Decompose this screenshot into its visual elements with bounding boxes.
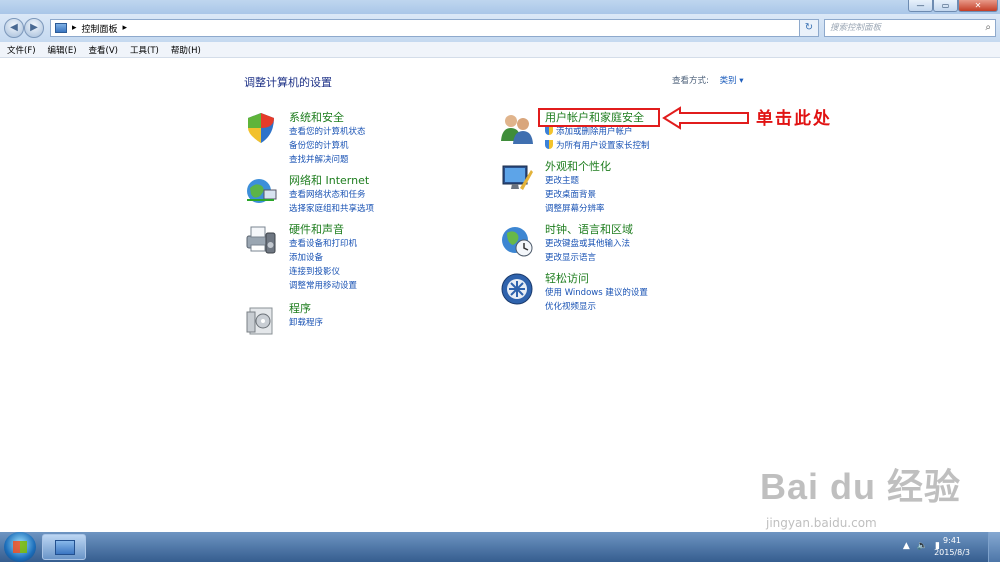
uac-shield-icon — [545, 140, 553, 149]
uac-shield-icon — [545, 126, 553, 135]
search-icon[interactable]: ⌕ — [985, 22, 991, 34]
category-heading[interactable]: 轻松访问 — [545, 272, 765, 286]
watermark-logo: Bai du 经验 — [760, 466, 962, 507]
refresh-button[interactable]: ↻ — [799, 19, 819, 37]
annotation-text: 单击此处 — [756, 109, 832, 129]
taskbar: ▲ 🔈 ▮ 9:41 2015/8/3 — [0, 532, 1000, 562]
page-title: 调整计算机的设置 — [244, 76, 332, 89]
start-button[interactable] — [4, 532, 36, 562]
search-placeholder: 搜索控制面板 — [830, 23, 882, 33]
network-globe-icon[interactable] — [244, 174, 278, 208]
category-link[interactable]: 调整屏幕分辨率 — [545, 202, 765, 216]
users-icon[interactable] — [500, 111, 534, 145]
refresh-icon: ↻ — [804, 22, 814, 33]
category-link[interactable]: 查找并解决问题 — [289, 153, 509, 167]
menu-help[interactable]: 帮助(H) — [171, 44, 201, 56]
back-button[interactable]: ◀ — [4, 18, 24, 38]
printer-icon[interactable] — [244, 223, 278, 257]
breadcrumb-separator[interactable]: ▸ — [123, 23, 128, 33]
category-link[interactable]: 查看网络状态和任务 — [289, 188, 509, 202]
taskbar-control-panel[interactable] — [42, 534, 86, 560]
clock[interactable]: 9:41 2015/8/3 — [934, 535, 970, 559]
category-heading[interactable]: 硬件和声音 — [289, 223, 509, 237]
view-by: 查看方式: 类别 ▾ — [672, 74, 744, 86]
category-link[interactable]: 添加设备 — [289, 251, 509, 265]
category-link[interactable]: 查看设备和打印机 — [289, 237, 509, 251]
show-desktop-button[interactable] — [988, 532, 1000, 562]
menu-file[interactable]: 文件(F) — [7, 44, 36, 56]
ease-of-access-icon[interactable] — [500, 272, 534, 306]
minimize-button[interactable]: — — [908, 0, 933, 12]
volume-icon[interactable]: 🔈 — [917, 541, 928, 551]
highlight-box — [538, 108, 660, 127]
programs-icon[interactable] — [244, 302, 278, 336]
category-link[interactable]: 连接到投影仪 — [289, 265, 509, 279]
maximize-button[interactable]: ▭ — [933, 0, 958, 12]
menu-edit[interactable]: 编辑(E) — [48, 44, 77, 56]
category-link[interactable]: 卸载程序 — [289, 316, 509, 330]
tray-expand-icon[interactable]: ▲ — [903, 541, 910, 551]
category-link[interactable]: 优化视频显示 — [545, 300, 765, 314]
close-button[interactable]: ✕ — [958, 0, 998, 12]
category-link[interactable]: 更改键盘或其他输入法 — [545, 237, 765, 251]
category-link[interactable]: 使用 Windows 建议的设置 — [545, 286, 765, 300]
category-heading[interactable]: 时钟、语言和区域 — [545, 223, 765, 237]
category-link[interactable]: 选择家庭组和共享选项 — [289, 202, 509, 216]
shield-icon[interactable] — [244, 111, 278, 145]
search-input[interactable]: 搜索控制面板 ⌕ — [824, 19, 996, 37]
window-controls: — ▭ ✕ — [908, 0, 998, 12]
category-link[interactable]: 更改显示语言 — [545, 251, 765, 265]
category-heading[interactable]: 程序 — [289, 302, 509, 316]
back-arrow-icon: ◀ — [10, 22, 18, 33]
baidu-watermark: Bai du 经验 jingyan.baidu.com — [760, 458, 962, 530]
menu-bar: 文件(F) 编辑(E) 查看(V) 工具(T) 帮助(H) — [0, 42, 1000, 58]
clock-date: 2015/8/3 — [934, 548, 970, 557]
menu-tools[interactable]: 工具(T) — [130, 44, 159, 56]
link-text: 为所有用户设置家长控制 — [556, 141, 650, 151]
view-by-label: 查看方式: — [672, 76, 709, 86]
watermark-url: jingyan.baidu.com — [766, 516, 877, 530]
arrow-left-icon — [662, 106, 749, 130]
forward-arrow-icon: ▶ — [30, 22, 38, 33]
appearance-icon[interactable] — [500, 160, 534, 194]
category-heading[interactable]: 系统和安全 — [289, 111, 509, 125]
forward-button[interactable]: ▶ — [24, 18, 44, 38]
category-link[interactable]: 备份您的计算机 — [289, 139, 509, 153]
clock-globe-icon[interactable] — [500, 223, 534, 257]
address-toolbar: ◀ ▶ ▸ 控制面板 ▸ ↻ 搜索控制面板 ⌕ — [0, 14, 1000, 42]
category-link[interactable]: 更改桌面背景 — [545, 188, 765, 202]
menu-view[interactable]: 查看(V) — [89, 44, 118, 56]
window-titlebar: — ▭ ✕ — [0, 0, 1000, 14]
control-panel-icon — [55, 540, 75, 555]
category-heading[interactable]: 外观和个性化 — [545, 160, 765, 174]
address-bar[interactable]: ▸ 控制面板 ▸ — [50, 19, 818, 37]
category-link[interactable]: 查看您的计算机状态 — [289, 125, 509, 139]
category-link[interactable]: 调整常用移动设置 — [289, 279, 509, 293]
link-text: 添加或删除用户帐户 — [556, 127, 633, 137]
breadcrumb-separator[interactable]: ▸ — [72, 23, 77, 33]
view-by-dropdown[interactable]: 类别 ▾ — [720, 76, 744, 86]
category-heading[interactable]: 网络和 Internet — [289, 174, 509, 188]
control-panel-icon — [55, 23, 67, 33]
breadcrumb-control-panel[interactable]: 控制面板 — [82, 22, 118, 35]
clock-time: 9:41 — [943, 536, 962, 545]
category-link[interactable]: 为所有用户设置家长控制 — [545, 139, 765, 153]
category-link[interactable]: 更改主题 — [545, 174, 765, 188]
